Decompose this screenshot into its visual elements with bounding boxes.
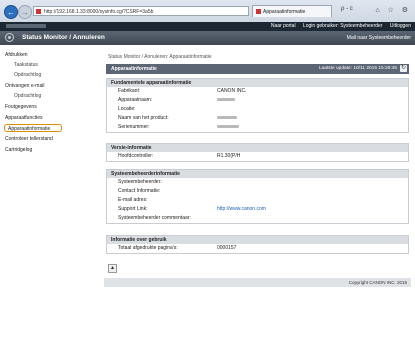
sidebar-item-cartridgelog[interactable]: Cartridgelog [5,147,32,153]
sidebar-item-ontvangen-email[interactable]: Ontvangen e-mail [5,83,44,89]
sidebar-item-opdrachtlog-email[interactable]: Opdrachtlog [14,93,41,99]
section-title: Informatie over gebruik [107,236,408,244]
row-label: E-mail adres: [118,197,148,203]
status-monitor-icon [5,33,14,42]
page-title-bar: Apparaatinformatie Laatste update: 10/11… [106,64,409,74]
address-tools[interactable]: ρ - c [341,6,353,12]
section-title: Fundamentele apparaatinformatie [107,79,408,87]
row-label: Apparaatnaam: [118,97,153,103]
info-row: Hoofdcontroller: R1.30(P/H [107,152,408,161]
info-row: Locatie: [107,105,408,114]
page-header-title: Status Monitor / Annuleren [22,34,105,41]
row-label: Fabrikant: [118,88,141,94]
info-row: Serienummer: [107,123,408,132]
section-title: Versie-informatie [107,144,408,152]
scroll-top-button[interactable]: ▲ [108,264,117,273]
row-label: Hoofdcontroller: [118,153,154,159]
browser-toolbar-icons[interactable]: ⌂ ☆ ⚙ [375,6,411,14]
section-usage-info: Informatie over gebruik Totaal afgedrukt… [106,235,409,254]
browser-chrome: ← → http://192.168.1.33:8000/sysinfo.cgi… [0,0,415,23]
info-row: Fabrikant: CANON INC. [107,87,408,96]
site-favicon-icon [36,9,41,14]
last-update-label: Laatste update: 10/11 2015 15:29:45 [318,66,397,71]
row-label: Naam van het product: [118,115,169,121]
browser-tab[interactable]: Apparaatinformatie [252,5,332,17]
sidebar-item-tellerstand[interactable]: Controleer teller­stand [5,136,53,142]
info-row: Systeembeheerder: [107,178,408,187]
sidebar-item-taakstatus[interactable]: Taakstatus [14,62,38,68]
sidebar: Afdrukken Taakstatus Opdrachtlog Ontvang… [0,46,102,311]
address-url: http://192.168.1.33:8000/sysinfo.cgi?CSR… [44,9,154,15]
breadcrumb: Status Monitor / Annuleren: Apparaatinfo… [108,54,212,60]
row-value: R1.30(P/H [217,153,241,159]
row-label: Locatie: [118,106,136,112]
main-content: Status Monitor / Annuleren: Apparaatinfo… [104,46,411,286]
sidebar-item-foutgegevens[interactable]: Foutgegevens [5,104,37,110]
topbar-links: Naar portal Login gebruiker: Systeembehe… [265,23,411,29]
login-user-label: Login gebruiker: Systeembeheerder [302,23,383,29]
page-title: Apparaatinformatie [111,66,157,72]
canon-logo-icon [6,24,46,28]
tab-favicon-icon [256,9,261,14]
forward-button[interactable]: → [18,5,32,19]
tab-title: Apparaatinformatie [263,9,306,15]
row-label: Systeembeheerder: [118,179,162,185]
logout-link[interactable]: Uitloggen [390,23,411,29]
row-label: Serienummer: [118,124,150,130]
back-button[interactable]: ← [4,5,18,19]
section-basic-info: Fundamentele apparaatinformatie Fabrikan… [106,78,409,133]
address-bar[interactable]: http://192.168.1.33:8000/sysinfo.cgi?CSR… [33,6,249,16]
info-row: Systeembeheerder commentaar: [107,214,408,223]
portal-topbar: Naar portal Login gebruiker: Systeembehe… [0,22,415,31]
section-version-info: Versie-informatie Hoofdcontroller: R1.30… [106,143,409,162]
support-link[interactable]: http://www.canon.com [217,205,266,214]
sidebar-item-opdrachtlog-print[interactable]: Opdrachtlog [14,72,41,78]
sidebar-item-afdrukken[interactable]: Afdrukken [5,52,28,58]
info-row: Apparaatnaam: [107,96,408,105]
copyright-text: Copyright CANON INC. 2015 [348,280,407,285]
footer: Copyright CANON INC. 2015 [104,278,411,287]
sidebar-item-apparaatfuncties[interactable]: Apparaatfuncties [5,115,43,121]
info-row: Contact Informatie: [107,187,408,196]
mail-admin-link[interactable]: Mail naar Systeembeheerder [347,35,411,41]
refresh-icon[interactable]: ↻ [400,65,407,72]
row-value: 0000157 [217,245,237,251]
info-row: Support Link: http://www.canon.com [107,205,408,214]
info-row: Naam van het product: [107,114,408,123]
row-label: Contact Informatie: [118,188,161,194]
section-title: Systeembeheerderinformatie [107,170,408,178]
section-admin-info: Systeembeheerderinformatie Systeembeheer… [106,169,409,224]
row-label: Systeembeheerder commentaar: [118,215,191,221]
row-value-redacted [217,114,237,123]
row-value: CANON INC. [217,88,247,94]
row-value-redacted [217,123,239,132]
info-row: Totaal afgedrukte pagina's: 0000157 [107,244,408,253]
row-value-redacted [217,96,235,105]
info-row: E-mail adres: [107,196,408,205]
portal-link[interactable]: Naar portal [271,23,296,29]
page-header: Status Monitor / Annuleren Mail naar Sys… [0,31,415,45]
row-label: Support Link: [118,206,148,212]
row-label: Totaal afgedrukte pagina's: [118,245,178,251]
sidebar-item-apparaatinformatie[interactable]: Apparaatinformatie [4,124,62,132]
